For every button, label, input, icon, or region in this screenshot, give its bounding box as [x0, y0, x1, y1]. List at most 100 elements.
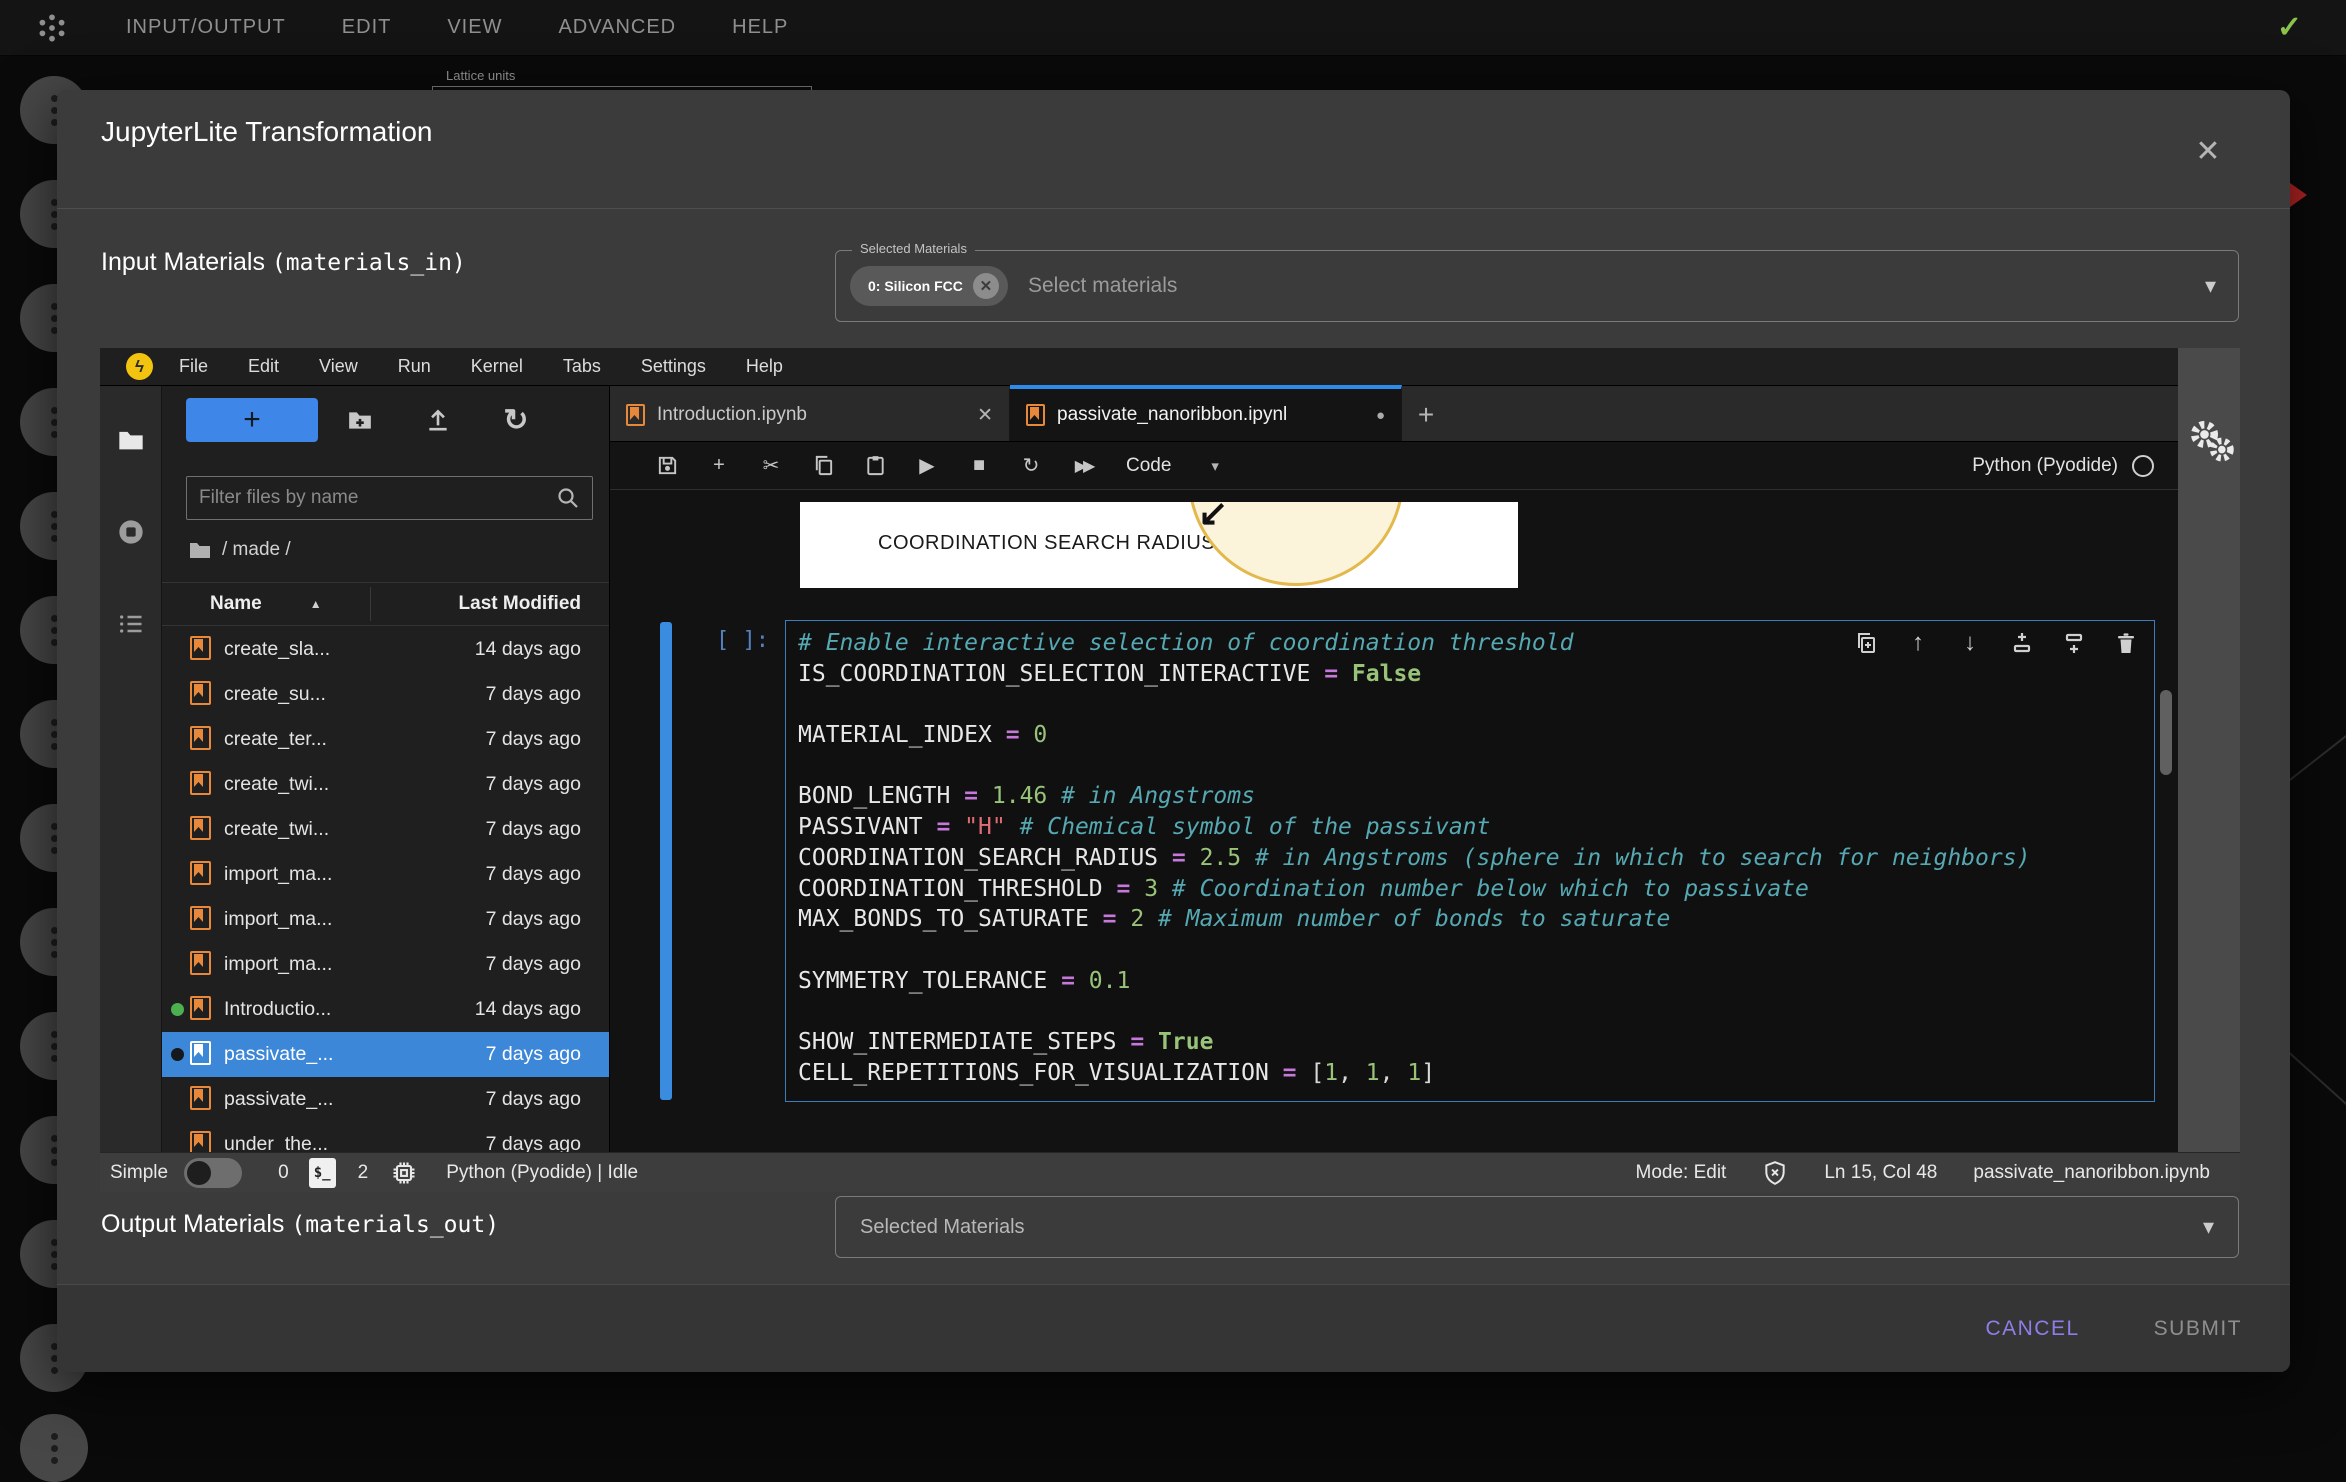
insert-cell-icon[interactable]: + — [698, 448, 740, 484]
menu-input-output[interactable]: INPUT/OUTPUT — [126, 16, 286, 39]
output-select-value: Selected Materials — [860, 1216, 1025, 1239]
file-row[interactable]: import_ma...7 days ago — [162, 897, 609, 942]
stop-kernel-icon[interactable]: ■ — [958, 448, 1000, 484]
kernel-count[interactable]: 2 — [358, 1162, 369, 1184]
file-name: create_twi... — [224, 818, 329, 841]
file-name: under_the... — [224, 1133, 328, 1152]
duplicate-cell-icon[interactable] — [1852, 629, 1880, 657]
table-of-contents-icon[interactable] — [117, 610, 145, 638]
file-name: passivate_... — [224, 1043, 333, 1066]
jupyter-menu-file[interactable]: File — [179, 356, 208, 377]
cell-type-select[interactable]: Code — [1126, 455, 1171, 477]
settings-gears-icon[interactable] — [2185, 418, 2237, 466]
restart-run-all-icon[interactable]: ▶▶ — [1062, 448, 1104, 484]
save-icon[interactable] — [646, 448, 688, 484]
shield-x-icon[interactable] — [1762, 1160, 1788, 1186]
editor-mode: Mode: Edit — [1636, 1162, 1727, 1184]
background-edge-line — [2284, 713, 2346, 785]
file-name: create_su... — [224, 683, 326, 706]
file-row[interactable]: create_twi...7 days ago — [162, 762, 609, 807]
material-chip[interactable]: 0: Silicon FCC ✕ — [850, 266, 1008, 306]
tab-introduction[interactable]: Introduction.ipynb ✕ — [610, 389, 1010, 441]
filter-files-input[interactable] — [199, 487, 556, 509]
cursor-position[interactable]: Ln 15, Col 48 — [1824, 1162, 1937, 1184]
insert-cell-above-icon[interactable] — [2008, 629, 2036, 657]
jupyter-menu-run[interactable]: Run — [398, 356, 431, 377]
kernel-name: Python (Pyodide) — [1972, 455, 2118, 477]
upload-icon[interactable] — [418, 400, 458, 440]
jupyter-menu-edit[interactable]: Edit — [248, 356, 279, 377]
tab-close-icon[interactable]: ✕ — [977, 404, 993, 427]
cancel-button[interactable]: CANCEL — [1985, 1317, 2079, 1341]
new-tab-icon[interactable]: + — [1402, 389, 1450, 441]
jupyter-menu-tabs[interactable]: Tabs — [563, 356, 601, 377]
paste-cell-icon[interactable] — [854, 448, 896, 484]
file-name: create_twi... — [224, 773, 329, 796]
breadcrumb-path: / made / — [222, 539, 291, 561]
column-last-modified[interactable]: Last Modified — [459, 593, 581, 615]
file-row-selected[interactable]: passivate_...7 days ago — [162, 1032, 609, 1077]
output-materials-select[interactable]: Selected Materials ▾ — [835, 1196, 2239, 1258]
move-cell-down-icon[interactable]: ↓ — [1956, 629, 1984, 657]
menu-edit[interactable]: EDIT — [342, 16, 392, 39]
new-folder-icon[interactable] — [340, 400, 380, 440]
jupyter-menu-view[interactable]: View — [319, 356, 358, 377]
cut-cell-icon[interactable]: ✂ — [750, 448, 792, 484]
file-name: create_sla... — [224, 638, 330, 661]
menu-advanced[interactable]: ADVANCED — [558, 16, 676, 39]
notebook-icon — [190, 906, 211, 930]
folder-icon — [188, 538, 212, 562]
input-materials-select[interactable]: Selected Materials 0: Silicon FCC ✕ Sele… — [835, 250, 2239, 322]
app-logo-icon — [36, 12, 68, 44]
kernel-running-dot — [171, 1048, 184, 1061]
new-launcher-button[interactable]: + — [186, 398, 318, 442]
jupyter-menu-kernel[interactable]: Kernel — [471, 356, 523, 377]
file-row[interactable]: create_ter...7 days ago — [162, 717, 609, 762]
file-row[interactable]: under_the...7 days ago — [162, 1122, 609, 1152]
file-row[interactable]: create_su...7 days ago — [162, 672, 609, 717]
chip-delete-icon[interactable]: ✕ — [973, 273, 999, 299]
tab-passivate-nanoribbon[interactable]: passivate_nanoribbon.ipynl ● — [1010, 385, 1402, 441]
refresh-icon[interactable]: ↻ — [496, 400, 536, 440]
restart-kernel-icon[interactable]: ↻ — [1010, 448, 1052, 484]
notebook-scrollbar[interactable] — [2160, 690, 2172, 775]
menu-help[interactable]: HELP — [732, 16, 788, 39]
background-red-marker — [2290, 183, 2307, 207]
output-materials-code: (materials_out) — [291, 1212, 499, 1238]
file-row[interactable]: import_ma...7 days ago — [162, 852, 609, 897]
file-list: create_sla...14 days ago create_su...7 d… — [162, 627, 609, 1152]
jupyter-menu-help[interactable]: Help — [746, 356, 783, 377]
dialog-close-icon[interactable]: ✕ — [2185, 128, 2231, 174]
kernel-status[interactable]: Python (Pyodide) | Idle — [446, 1162, 638, 1184]
file-modified: 7 days ago — [486, 728, 581, 751]
filter-files-box — [186, 476, 593, 520]
column-name[interactable]: Name — [210, 593, 262, 615]
chevron-down-icon[interactable]: ▾ — [2205, 251, 2216, 321]
cell-collapser[interactable] — [660, 622, 672, 1100]
menu-view[interactable]: VIEW — [447, 16, 502, 39]
chevron-down-icon[interactable]: ▾ — [2203, 1214, 2214, 1240]
kernel-selector[interactable]: Python (Pyodide) — [1972, 455, 2166, 477]
copy-cell-icon[interactable] — [802, 448, 844, 484]
chevron-down-icon[interactable]: ▾ — [1211, 457, 1219, 475]
simple-mode-label: Simple — [110, 1162, 168, 1184]
code-editor[interactable]: # Enable interactive selection of coordi… — [785, 620, 2155, 1102]
run-cell-icon[interactable]: ▶ — [906, 448, 948, 484]
breadcrumb[interactable]: / made / — [188, 538, 291, 562]
file-name: import_ma... — [224, 863, 332, 886]
running-kernels-icon[interactable] — [117, 518, 145, 546]
submit-button[interactable]: SUBMIT — [2154, 1317, 2242, 1341]
file-browser-icon[interactable] — [117, 426, 145, 454]
move-cell-up-icon[interactable]: ↑ — [1904, 629, 1932, 657]
notebook-icon — [190, 816, 211, 840]
file-row[interactable]: create_sla...14 days ago — [162, 627, 609, 672]
terminal-count[interactable]: 0 — [278, 1162, 289, 1184]
jupyter-menu-settings[interactable]: Settings — [641, 356, 706, 377]
file-row[interactable]: passivate_...7 days ago — [162, 1077, 609, 1122]
insert-cell-below-icon[interactable] — [2060, 629, 2088, 657]
file-row[interactable]: Introductio...14 days ago — [162, 987, 609, 1032]
file-row[interactable]: create_twi...7 days ago — [162, 807, 609, 852]
file-row[interactable]: import_ma...7 days ago — [162, 942, 609, 987]
delete-cell-icon[interactable] — [2112, 629, 2140, 657]
simple-mode-toggle[interactable] — [184, 1158, 242, 1188]
